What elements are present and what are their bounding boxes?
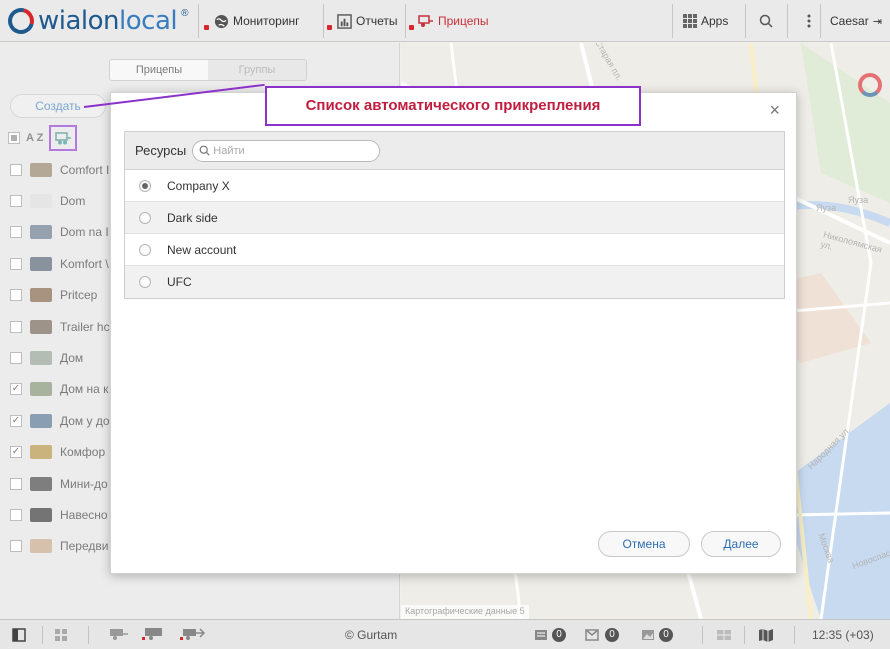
user-name: Caesar [830,14,869,28]
resource-name: Dark side [167,210,218,225]
search-icon [199,145,210,156]
nav-monitoring[interactable]: Мониторинг [204,0,300,42]
messages-badge: 0 [552,628,566,642]
auto-attach-dialog: × Ресурсы Найти Company X Dark side New ac… [110,92,797,574]
nav-reports[interactable]: Отчеты [327,0,397,42]
resources-title: Ресурсы [135,143,187,158]
resource-radio[interactable] [139,211,151,224]
trailer-attach-icon[interactable] [180,627,206,644]
resource-search-input[interactable]: Найти [192,139,381,162]
report-icon [336,13,352,29]
apps-button[interactable]: Apps [683,0,728,42]
grid-view-icon[interactable] [54,620,68,649]
resource-name: Company X [167,178,230,193]
resource-list: Company X Dark side New account UFC [125,170,784,298]
resource-name: UFC [167,275,192,289]
logo-ring-icon [3,3,39,39]
next-button[interactable]: Далее [701,531,781,557]
gurtam-copyright[interactable]: © Gurtam [345,620,397,649]
search-button[interactable] [758,0,774,42]
logo-text: wialon [38,6,120,36]
apps-grid-icon [683,14,697,28]
logout-icon: ⇥ [872,15,882,28]
trailer-tools [108,620,206,649]
trailer-list-icon[interactable] [108,627,130,644]
messages-icon [535,630,547,640]
resource-radio[interactable] [139,276,151,288]
search-icon [758,13,774,29]
nav-trailers-label: Прицепы [438,14,489,28]
nav-separator [820,4,821,38]
nav-separator [745,4,746,38]
table-view-icon[interactable] [716,620,732,649]
close-icon[interactable]: × [769,101,780,119]
media-indicator[interactable]: 0 [641,620,673,649]
nav-separator [787,4,788,38]
wialon-logo[interactable]: wialonlocal ® [3,3,189,39]
resource-radio[interactable] [139,243,151,256]
more-menu-button[interactable] [801,0,817,42]
panel-toggle-icon[interactable] [12,620,26,649]
nav-reports-label: Отчеты [356,14,398,28]
annotation-callout: Список автоматического прикрепления [265,86,641,126]
top-bar: wialonlocal ® Мониторинг Отчеты Прицепы … [0,0,890,42]
globe-icon [213,13,229,29]
resource-radio[interactable] [139,179,151,192]
resource-row[interactable]: Company X [125,170,784,202]
resource-name: New account [167,242,237,257]
kebab-menu-icon [801,13,817,29]
map-view-icon[interactable] [758,620,774,649]
trailer-icon [418,13,434,29]
notifications-indicator[interactable]: 0 [585,620,619,649]
resource-row[interactable]: Dark side [125,202,784,234]
media-badge: 0 [659,628,673,642]
trailer-name-icon[interactable] [142,627,168,644]
resource-row[interactable]: New account [125,234,784,266]
nav-monitoring-label: Мониторинг [233,14,300,28]
nav-separator [405,4,406,38]
cancel-button[interactable]: Отмена [598,531,690,557]
resources-header: Ресурсы Найти [125,132,784,170]
nav-separator [198,4,199,38]
search-placeholder: Найти [213,144,245,157]
nav-separator [323,4,324,38]
clock: 12:35 (+03) [812,628,874,642]
mail-icon [585,629,599,641]
user-menu[interactable]: Caesar ⇥ [830,0,882,42]
logo-text-local: local [119,6,178,36]
resource-row[interactable]: UFC [125,266,784,298]
nav-trailers[interactable]: Прицепы [409,0,489,42]
nav-separator [672,4,673,38]
notifications-badge: 0 [605,628,619,642]
messages-indicator[interactable]: 0 [534,620,566,649]
image-icon [642,630,654,640]
apps-label: Apps [701,14,729,28]
resources-table: Ресурсы Найти Company X Dark side New acco… [124,131,785,299]
status-bar: © Gurtam 0 0 0 12:35 (+03) [0,619,890,649]
